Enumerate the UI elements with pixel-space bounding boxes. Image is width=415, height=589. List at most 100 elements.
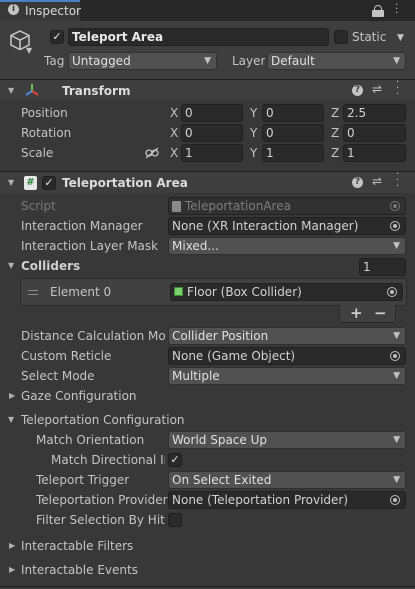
position-z-field[interactable]: 2.5 xyxy=(343,104,406,122)
tag-label: Tag xyxy=(44,54,65,68)
object-picker-icon[interactable] xyxy=(387,287,397,297)
axis-y-label[interactable]: Y xyxy=(250,143,257,163)
interactable-filters-label: Interactable Filters xyxy=(21,539,134,553)
element-0-label: Element 0 xyxy=(50,285,112,299)
transform-title: Transform xyxy=(62,84,131,98)
object-name-field[interactable]: Teleport Area xyxy=(68,28,329,46)
remove-element-button[interactable]: − xyxy=(374,304,387,322)
transform-header[interactable]: ▼ Transform ? ⇌ · · · xyxy=(0,78,415,101)
custom-reticle-field[interactable]: None (Game Object) xyxy=(168,347,406,365)
cube-dropdown-icon[interactable]: ▼ xyxy=(26,46,32,55)
object-header: ▼ ✓ Teleport Area Static ▼ Tag Untagged ▼… xyxy=(0,21,415,79)
position-label: Position xyxy=(21,106,68,120)
tag-dropdown[interactable]: Untagged ▼ xyxy=(68,52,217,70)
match-orientation-dropdown[interactable]: World Space Up ▼ xyxy=(168,431,406,449)
drag-handle-icon[interactable] xyxy=(28,290,38,295)
layer-dropdown[interactable]: Default ▼ xyxy=(267,52,406,70)
rotation-z-field[interactable]: 0 xyxy=(343,124,406,142)
custom-reticle-row: Custom Reticle None (Game Object) xyxy=(0,346,415,366)
axis-z-label[interactable]: Z xyxy=(331,123,339,143)
colliders-count-field[interactable]: 1 xyxy=(359,258,406,276)
add-element-button[interactable]: + xyxy=(350,304,363,322)
scale-x-field[interactable]: 1 xyxy=(181,144,243,162)
fold-open-icon[interactable]: ▼ xyxy=(8,256,14,276)
scale-y-field[interactable]: 1 xyxy=(262,144,324,162)
teleportation-provider-value: None (Teleportation Provider) xyxy=(172,493,349,507)
component-menu-icon[interactable]: · · · xyxy=(396,78,399,100)
axis-x-label[interactable]: X xyxy=(170,143,178,163)
interaction-manager-label: Interaction Manager xyxy=(21,219,143,233)
object-picker-icon[interactable] xyxy=(390,495,400,505)
lock-icon-body xyxy=(372,10,384,17)
object-picker-icon[interactable] xyxy=(390,351,400,361)
constrain-proportions-icon[interactable] xyxy=(145,147,159,159)
select-mode-dropdown[interactable]: Multiple ▼ xyxy=(168,367,406,385)
distance-calculation-label: Distance Calculation Mod xyxy=(21,329,166,343)
script-icon: # xyxy=(24,176,37,190)
script-label: Script xyxy=(21,199,56,213)
teleportation-configuration-label: Teleportation Configuration xyxy=(21,413,185,427)
axis-x-label[interactable]: X xyxy=(170,103,178,123)
rotation-x-field[interactable]: 0 xyxy=(181,124,243,142)
script-field: TeleportationArea xyxy=(168,197,406,215)
select-mode-row: Select Mode Multiple ▼ xyxy=(0,366,415,386)
element-0-field[interactable]: Floor (Box Collider) xyxy=(170,283,403,301)
axis-x-label[interactable]: X xyxy=(170,123,178,143)
teleportation-provider-field[interactable]: None (Teleportation Provider) xyxy=(168,491,406,509)
rotation-y-field[interactable]: 0 xyxy=(262,124,324,142)
object-picker-icon[interactable] xyxy=(390,221,400,231)
box-collider-icon xyxy=(174,287,183,296)
help-icon[interactable]: ? xyxy=(352,85,363,96)
interaction-layer-mask-dropdown[interactable]: Mixed... ▼ xyxy=(168,237,406,255)
rotation-row: Rotation X 0 Y 0 Z 0 xyxy=(0,123,415,143)
transform-icon xyxy=(25,84,39,96)
script-value: TeleportationArea xyxy=(185,199,291,213)
select-mode-value: Multiple xyxy=(172,369,220,383)
tab-inspector[interactable]: i Inspector xyxy=(0,0,81,21)
static-checkbox[interactable] xyxy=(334,30,348,44)
teleport-trigger-label: Teleport Trigger xyxy=(36,473,130,487)
select-mode-label: Select Mode xyxy=(21,369,95,383)
teleport-trigger-value: On Select Exited xyxy=(172,473,272,487)
layer-label: Layer xyxy=(232,54,266,68)
teleportation-area-header[interactable]: ▼ # ✓ Teleportation Area ? ⇌ · · · xyxy=(0,170,415,193)
list-footer: + − xyxy=(339,304,396,323)
chevron-down-icon: ▼ xyxy=(393,371,400,381)
match-directional-row: Match Directional In ✓ xyxy=(0,450,415,470)
interactable-events-foldout[interactable]: ▶ Interactable Events xyxy=(0,560,415,580)
element-0-value: Floor (Box Collider) xyxy=(187,285,302,299)
position-x-field[interactable]: 0 xyxy=(181,104,243,122)
teleport-trigger-dropdown[interactable]: On Select Exited ▼ xyxy=(168,471,406,489)
static-dropdown-icon[interactable]: ▼ xyxy=(397,33,404,43)
filter-selection-row: Filter Selection By Hit N xyxy=(0,510,415,530)
help-icon[interactable]: ? xyxy=(352,177,363,188)
interaction-manager-row: Interaction Manager None (XR Interaction… xyxy=(0,216,415,236)
teleportation-area-title: Teleportation Area xyxy=(62,176,188,190)
gaze-configuration-foldout[interactable]: ▶ Gaze Configuration xyxy=(0,386,415,406)
axis-z-label[interactable]: Z xyxy=(331,103,339,123)
presets-icon[interactable]: ⇌ xyxy=(372,82,382,96)
component-menu-icon[interactable]: · · · xyxy=(396,170,399,192)
interactable-filters-foldout[interactable]: ▶ Interactable Filters xyxy=(0,536,415,556)
chevron-down-icon: ▼ xyxy=(393,56,400,66)
distance-calculation-value: Collider Position xyxy=(172,329,269,343)
axis-z-label[interactable]: Z xyxy=(331,143,339,163)
custom-reticle-value: None (Game Object) xyxy=(172,349,296,363)
teleportation-provider-row: Teleportation Provider None (Teleportati… xyxy=(0,490,415,510)
interaction-manager-field[interactable]: None (XR Interaction Manager) xyxy=(168,217,406,235)
colliders-label[interactable]: Colliders xyxy=(21,256,80,276)
match-directional-checkbox[interactable]: ✓ xyxy=(168,453,182,467)
menu-icon[interactable]: · · · xyxy=(395,1,398,19)
teleportation-configuration-foldout[interactable]: ▼ Teleportation Configuration xyxy=(0,410,415,430)
axis-y-label[interactable]: Y xyxy=(250,123,257,143)
match-directional-label: Match Directional In xyxy=(51,453,165,467)
scale-z-field[interactable]: 1 xyxy=(343,144,406,162)
position-y-field[interactable]: 0 xyxy=(262,104,324,122)
component-enabled-checkbox[interactable]: ✓ xyxy=(42,176,56,190)
axis-y-label[interactable]: Y xyxy=(250,103,257,123)
filter-selection-checkbox[interactable] xyxy=(168,513,182,527)
tag-value: Untagged xyxy=(72,54,131,68)
distance-calculation-dropdown[interactable]: Collider Position ▼ xyxy=(168,327,406,345)
presets-icon[interactable]: ⇌ xyxy=(372,174,382,188)
active-checkbox[interactable]: ✓ xyxy=(50,30,64,44)
